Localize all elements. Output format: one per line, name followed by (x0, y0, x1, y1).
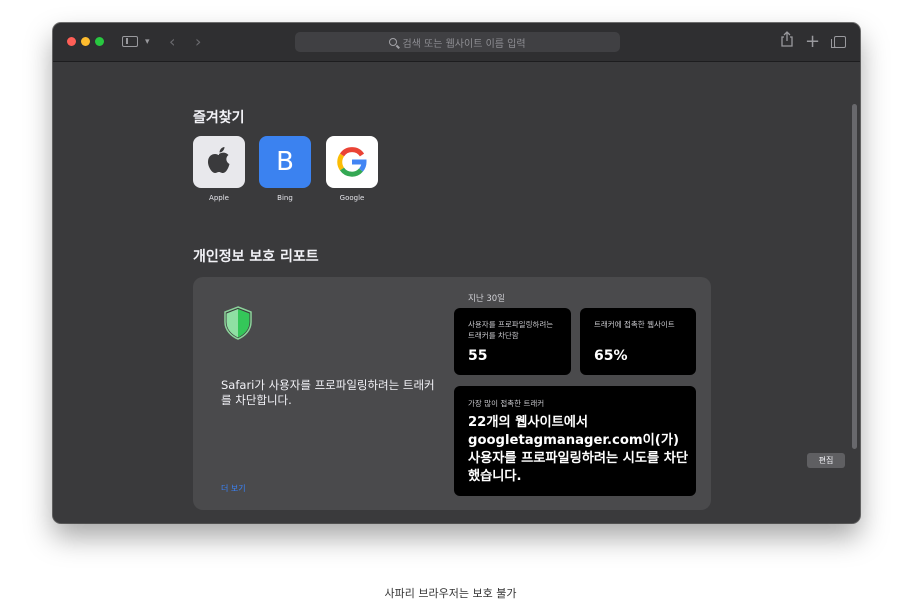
chevron-down-icon[interactable]: ▾ (145, 31, 150, 53)
start-page: 즐겨찾기 Apple B Bing Google 개인정보 보호 리포트 Saf… (53, 62, 860, 523)
shield-icon (222, 305, 254, 341)
tab-overview-icon[interactable] (831, 36, 846, 48)
safari-window: ▾ ‹ › 검색 또는 웹사이트 이름 입력 + 즐겨찾기 Apple B Bi… (53, 23, 860, 523)
trackers-blocked-stat: 사용자를 프로파일링하려는 트래커를 차단함 55 (454, 308, 571, 375)
favorite-bing[interactable]: B Bing (259, 136, 311, 202)
favorite-label: Bing (277, 194, 293, 202)
search-icon (389, 38, 398, 46)
favorite-apple[interactable]: Apple (193, 136, 245, 202)
favorite-label: Google (339, 194, 365, 202)
image-caption: 사파리 브라우저는 보호 불가 (384, 587, 517, 600)
scrollbar[interactable] (852, 104, 857, 449)
zoom-window-button[interactable] (95, 37, 104, 46)
address-placeholder: 검색 또는 웹사이트 이름 입력 (402, 38, 526, 50)
address-bar[interactable]: 검색 또는 웹사이트 이름 입력 (295, 32, 620, 52)
top-tracker-text: 22개의 웹사이트에서 googletagmanager.com이(가) 사용자… (468, 415, 689, 484)
favorite-google[interactable]: Google (326, 136, 378, 202)
stat-value: 65% (594, 348, 628, 364)
favorites-title: 즐겨찾기 (193, 110, 245, 126)
more-link[interactable]: 더 보기 (221, 483, 246, 494)
edit-button[interactable]: 편집 (807, 453, 845, 468)
apple-logo-icon (193, 136, 245, 188)
privacy-description: Safari가 사용자를 프로파일링하려는 트래커를 차단합니다. (221, 378, 435, 407)
period-label: 지난 30일 (468, 294, 505, 304)
top-tracker-stat: 가장 많이 접촉한 트래커 22개의 웹사이트에서 googletagmanag… (454, 386, 696, 496)
stat-caption: 가장 많이 접촉한 트래커 (468, 399, 545, 408)
minimize-window-button[interactable] (81, 37, 90, 46)
stat-value: 55 (468, 348, 488, 364)
new-tab-icon[interactable]: + (805, 31, 820, 53)
sites-contacted-stat: 트래커에 접촉한 웹사이트 65% (580, 308, 696, 375)
privacy-report-card[interactable]: Safari가 사용자를 프로파일링하려는 트래커를 차단합니다. 더 보기 지… (193, 277, 711, 510)
sidebar-toggle-icon[interactable] (122, 36, 138, 47)
favorite-label: Apple (209, 194, 229, 202)
share-icon[interactable] (780, 31, 794, 54)
stat-caption: 사용자를 프로파일링하려는 트래커를 차단함 (468, 320, 554, 340)
back-icon[interactable]: ‹ (169, 31, 175, 53)
privacy-report-title: 개인정보 보호 리포트 (193, 249, 319, 265)
close-window-button[interactable] (67, 37, 76, 46)
bing-logo-icon: B (259, 136, 311, 188)
forward-icon[interactable]: › (195, 31, 201, 53)
google-logo-icon (326, 136, 378, 188)
toolbar: ▾ ‹ › 검색 또는 웹사이트 이름 입력 + (53, 23, 860, 62)
stat-caption: 트래커에 접촉한 웹사이트 (594, 320, 675, 329)
